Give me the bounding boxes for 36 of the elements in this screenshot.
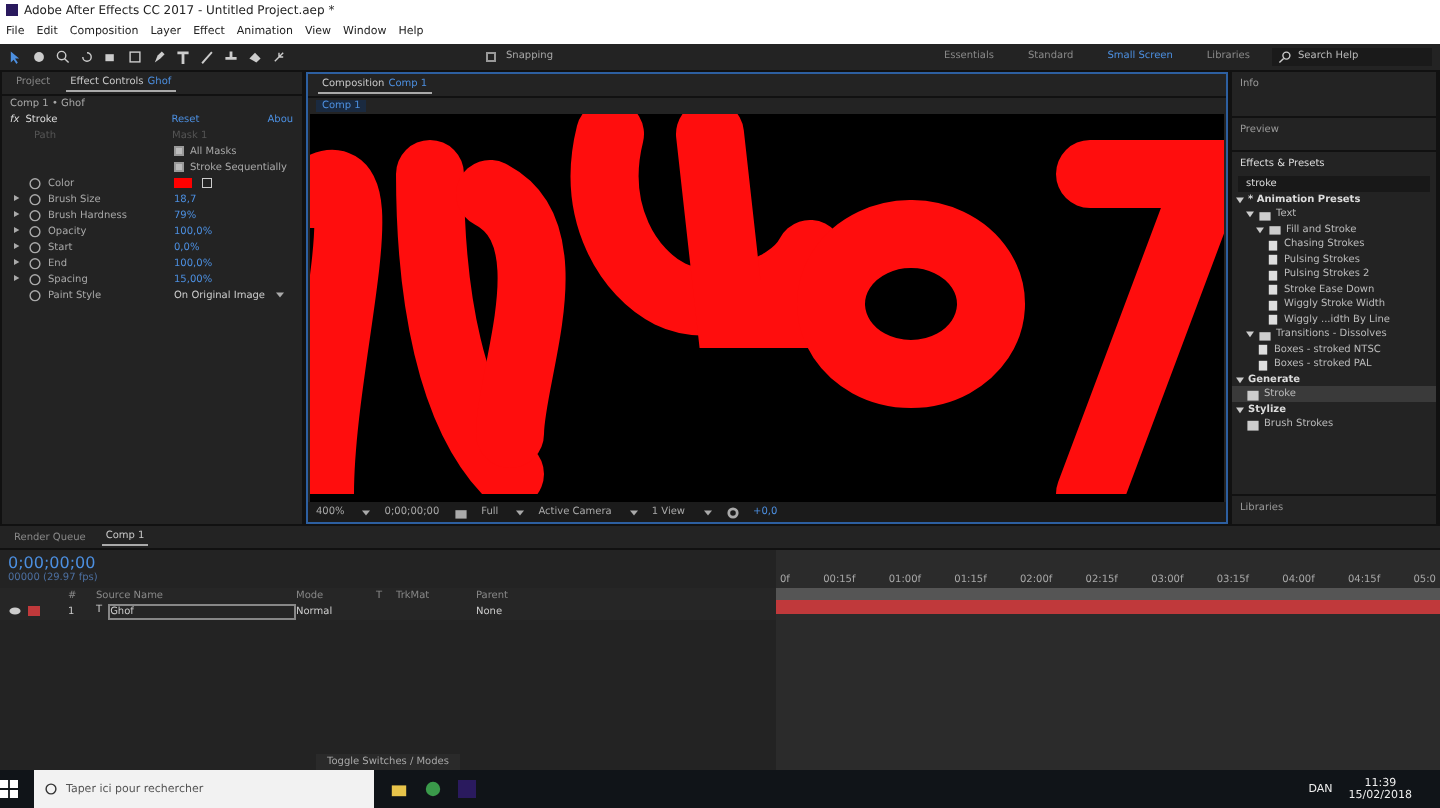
search-icon[interactable] xyxy=(1278,49,1292,64)
eyedropper-icon[interactable] xyxy=(198,178,216,189)
app-icon xyxy=(6,4,18,17)
zoom-tool-icon[interactable] xyxy=(56,49,70,64)
pen-tool-icon[interactable] xyxy=(152,49,166,64)
caret-icon[interactable] xyxy=(516,509,525,516)
timeline-timecode[interactable]: 0;00;00;00 xyxy=(8,554,768,573)
color-swatch[interactable] xyxy=(174,178,192,189)
stamp-tool-icon[interactable] xyxy=(224,49,238,64)
rectangle-tool-icon[interactable] xyxy=(128,49,142,64)
caret-icon[interactable] xyxy=(703,509,712,516)
brush-tool-icon[interactable] xyxy=(200,49,214,64)
disclosure-icon[interactable] xyxy=(1246,330,1254,339)
disclosure-icon[interactable] xyxy=(1256,225,1264,234)
caret-icon[interactable] xyxy=(275,292,284,299)
search-icon[interactable] xyxy=(44,782,58,796)
folder-icon[interactable] xyxy=(390,780,408,798)
puppet-tool-icon[interactable] xyxy=(272,49,286,64)
option-checkbox[interactable] xyxy=(174,146,184,157)
gear-icon[interactable] xyxy=(725,505,740,520)
snapping-checkbox[interactable] xyxy=(486,51,496,62)
disclosure-icon[interactable] xyxy=(1236,405,1244,414)
caret-icon[interactable] xyxy=(629,509,638,516)
caret-icon[interactable] xyxy=(362,509,371,516)
type-tool-icon[interactable] xyxy=(176,49,190,64)
option-checkbox[interactable] xyxy=(174,162,184,173)
label-swatch[interactable] xyxy=(28,606,40,617)
disclosure-icon[interactable] xyxy=(1246,210,1254,219)
folder-icon[interactable] xyxy=(1258,327,1272,342)
eye-icon[interactable] xyxy=(8,604,22,619)
selection-tool-icon[interactable] xyxy=(8,49,22,64)
rotate-tool-icon[interactable] xyxy=(80,49,94,64)
windows-start-icon[interactable] xyxy=(0,780,18,798)
disclosure-icon[interactable] xyxy=(1236,375,1244,384)
disclosure-icon[interactable] xyxy=(1236,195,1244,204)
eraser-tool-icon[interactable] xyxy=(248,49,262,64)
